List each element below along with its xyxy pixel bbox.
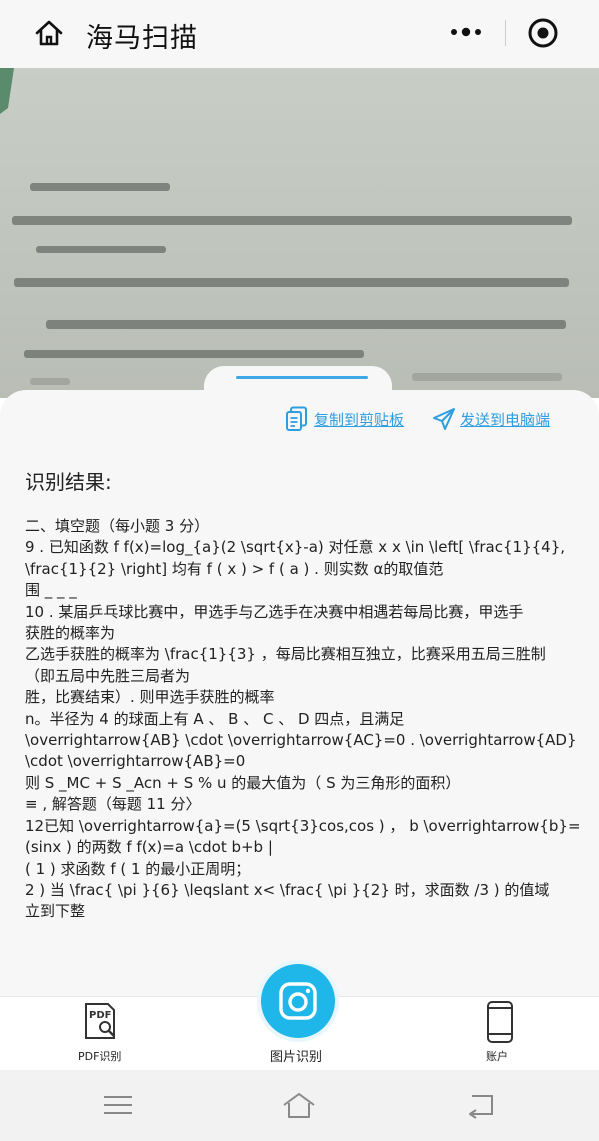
back-icon[interactable]: [462, 1090, 498, 1120]
sheet-handle[interactable]: [236, 376, 368, 379]
copy-to-clipboard-link[interactable]: 复制到剪贴板: [314, 404, 404, 434]
home-outline-icon[interactable]: [281, 1090, 317, 1120]
result-line: 立到下整: [25, 902, 86, 921]
result-line: n。半径为 4 的球面上有 A 、 B 、 C 、 D 四点，且满足: [25, 709, 405, 728]
result-line: \overrightarrow{AB} \cdot \overrightarro…: [25, 731, 577, 750]
result-line: ≡ , 解答题（每题 11 分〉: [25, 795, 201, 814]
camera-button[interactable]: [261, 964, 335, 1038]
app-header: 海马扫描: [0, 0, 599, 68]
result-line: \cdot \overrightarrow{AB}=0: [25, 752, 246, 771]
result-line: ( 1 ) 求函数 f ( 1 的最小正周明；: [25, 859, 251, 878]
result-line: 则 S _MC + S _Acn + S % u 的最大值为（ S 为三角形的面…: [25, 773, 461, 792]
camera-icon: [279, 982, 317, 1020]
tab-image-label[interactable]: 图片识别: [270, 1046, 322, 1065]
result-line: 2 ) 当 \frac{ \pi }{6} \leqslant x< \frac…: [25, 880, 550, 899]
send-to-pc-link[interactable]: 发送到电脑端: [460, 404, 550, 434]
tab-pdf-label[interactable]: PDF识别: [78, 1048, 121, 1064]
pdf-search-icon[interactable]: PDF: [84, 1002, 120, 1040]
copy-icon[interactable]: [285, 406, 309, 432]
svg-text:PDF: PDF: [89, 1010, 111, 1021]
result-line: 12已知 \overrightarrow{a}=(5 \sqrt{3}cos,c…: [25, 816, 581, 835]
result-line: 二、填空题（每小题 3 分）: [25, 517, 210, 535]
target-icon[interactable]: [526, 16, 560, 50]
result-line: 围 _ _ _: [25, 581, 77, 600]
result-line: 9 . 已知函数 f f(x)=log_{a}(2 \sqrt{x}-a) 对任…: [25, 538, 566, 557]
scanned-photo-content: [0, 68, 572, 385]
home-icon[interactable]: [34, 18, 64, 48]
send-icon[interactable]: [432, 407, 456, 431]
result-title: 识别结果:: [25, 470, 112, 494]
scanned-photo: [0, 68, 599, 398]
result-text[interactable]: 二、填空题（每小题 3 分） 9 . 已知函数 f f(x)=log_{a}(2…: [25, 516, 585, 923]
result-line: \frac{1}{2} \right] 均有 f ( x ) > f ( a )…: [25, 559, 444, 578]
result-line: （即五局中先胜三局者为: [25, 666, 191, 685]
capsule-divider: [505, 20, 506, 46]
result-line: (sinx ) 的两数 f f(x)=a \cdot b+b |: [25, 838, 273, 857]
result-line: 乙选手获胜的概率为 \frac{1}{3} ，每局比赛相互独立，比赛采用五局三胜…: [25, 645, 546, 664]
tab-account-label[interactable]: 账户: [486, 1048, 508, 1064]
phone-icon[interactable]: [486, 1000, 514, 1044]
result-line: 胜，比赛结束）. 则甲选手获胜的概率: [25, 688, 275, 707]
menu-icon[interactable]: [100, 1090, 136, 1120]
result-line: 获胜的概率为: [25, 624, 116, 643]
more-icon[interactable]: [446, 22, 486, 42]
app-title: 海马扫描: [86, 23, 198, 54]
result-line: 10 . 某届乒乓球比赛中，甲选手与乙选手在决赛中相遇若每局比赛，甲选手: [25, 602, 524, 621]
